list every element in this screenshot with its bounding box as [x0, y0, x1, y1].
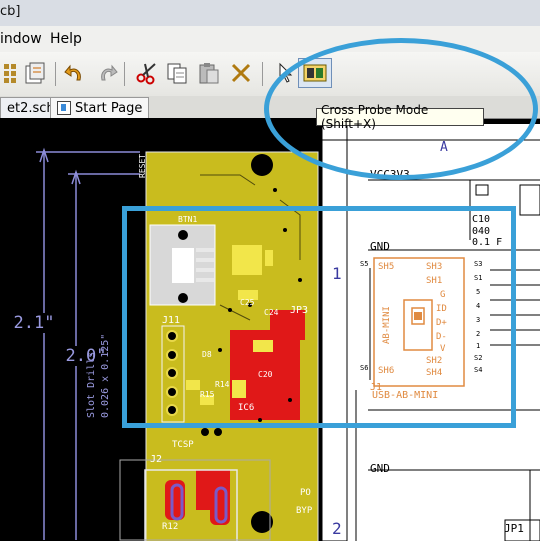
highlight-ellipse — [264, 38, 538, 180]
delete-icon[interactable] — [228, 60, 254, 86]
slot-drill-size: 0.026 x 0.125" — [100, 333, 111, 418]
ref-byp: BYP — [296, 506, 313, 516]
tab-label: et2.sch — [7, 100, 55, 116]
ref-reset: RESET — [138, 153, 147, 178]
ref-po: PO — [300, 488, 311, 498]
cut-icon[interactable] — [134, 60, 160, 86]
start-page-icon — [57, 101, 71, 115]
tab-start-page[interactable]: Start Page — [50, 97, 150, 118]
menu-window[interactable]: indow — [0, 31, 42, 47]
ref-jp1: JP1 — [504, 522, 524, 535]
toolbar-separator — [262, 62, 263, 86]
undo-icon[interactable] — [62, 60, 88, 86]
redo-icon[interactable] — [94, 60, 120, 86]
ref-r12: R12 — [162, 522, 179, 532]
copy-icon[interactable] — [164, 60, 190, 86]
menu-help[interactable]: Help — [50, 31, 82, 47]
window-title: cb] — [0, 4, 21, 19]
tab-label: Start Page — [75, 100, 143, 116]
ref-tcsp: TCSP — [172, 440, 194, 450]
dimension-outer-label: 2.1" — [13, 313, 55, 333]
toolbar-separator — [124, 62, 125, 86]
net-gnd-bottom: GND — [370, 462, 390, 475]
ref-j2: J2 — [150, 454, 163, 465]
highlight-rectangle — [122, 206, 516, 428]
properties-icon[interactable] — [22, 60, 48, 86]
paste-icon[interactable] — [196, 60, 222, 86]
slot-drill-note: Slot Drills — [86, 351, 97, 418]
toolbar-separator — [55, 62, 56, 86]
title-bar: cb] — [0, 0, 540, 27]
sheet-row-2: 2 — [332, 519, 342, 538]
